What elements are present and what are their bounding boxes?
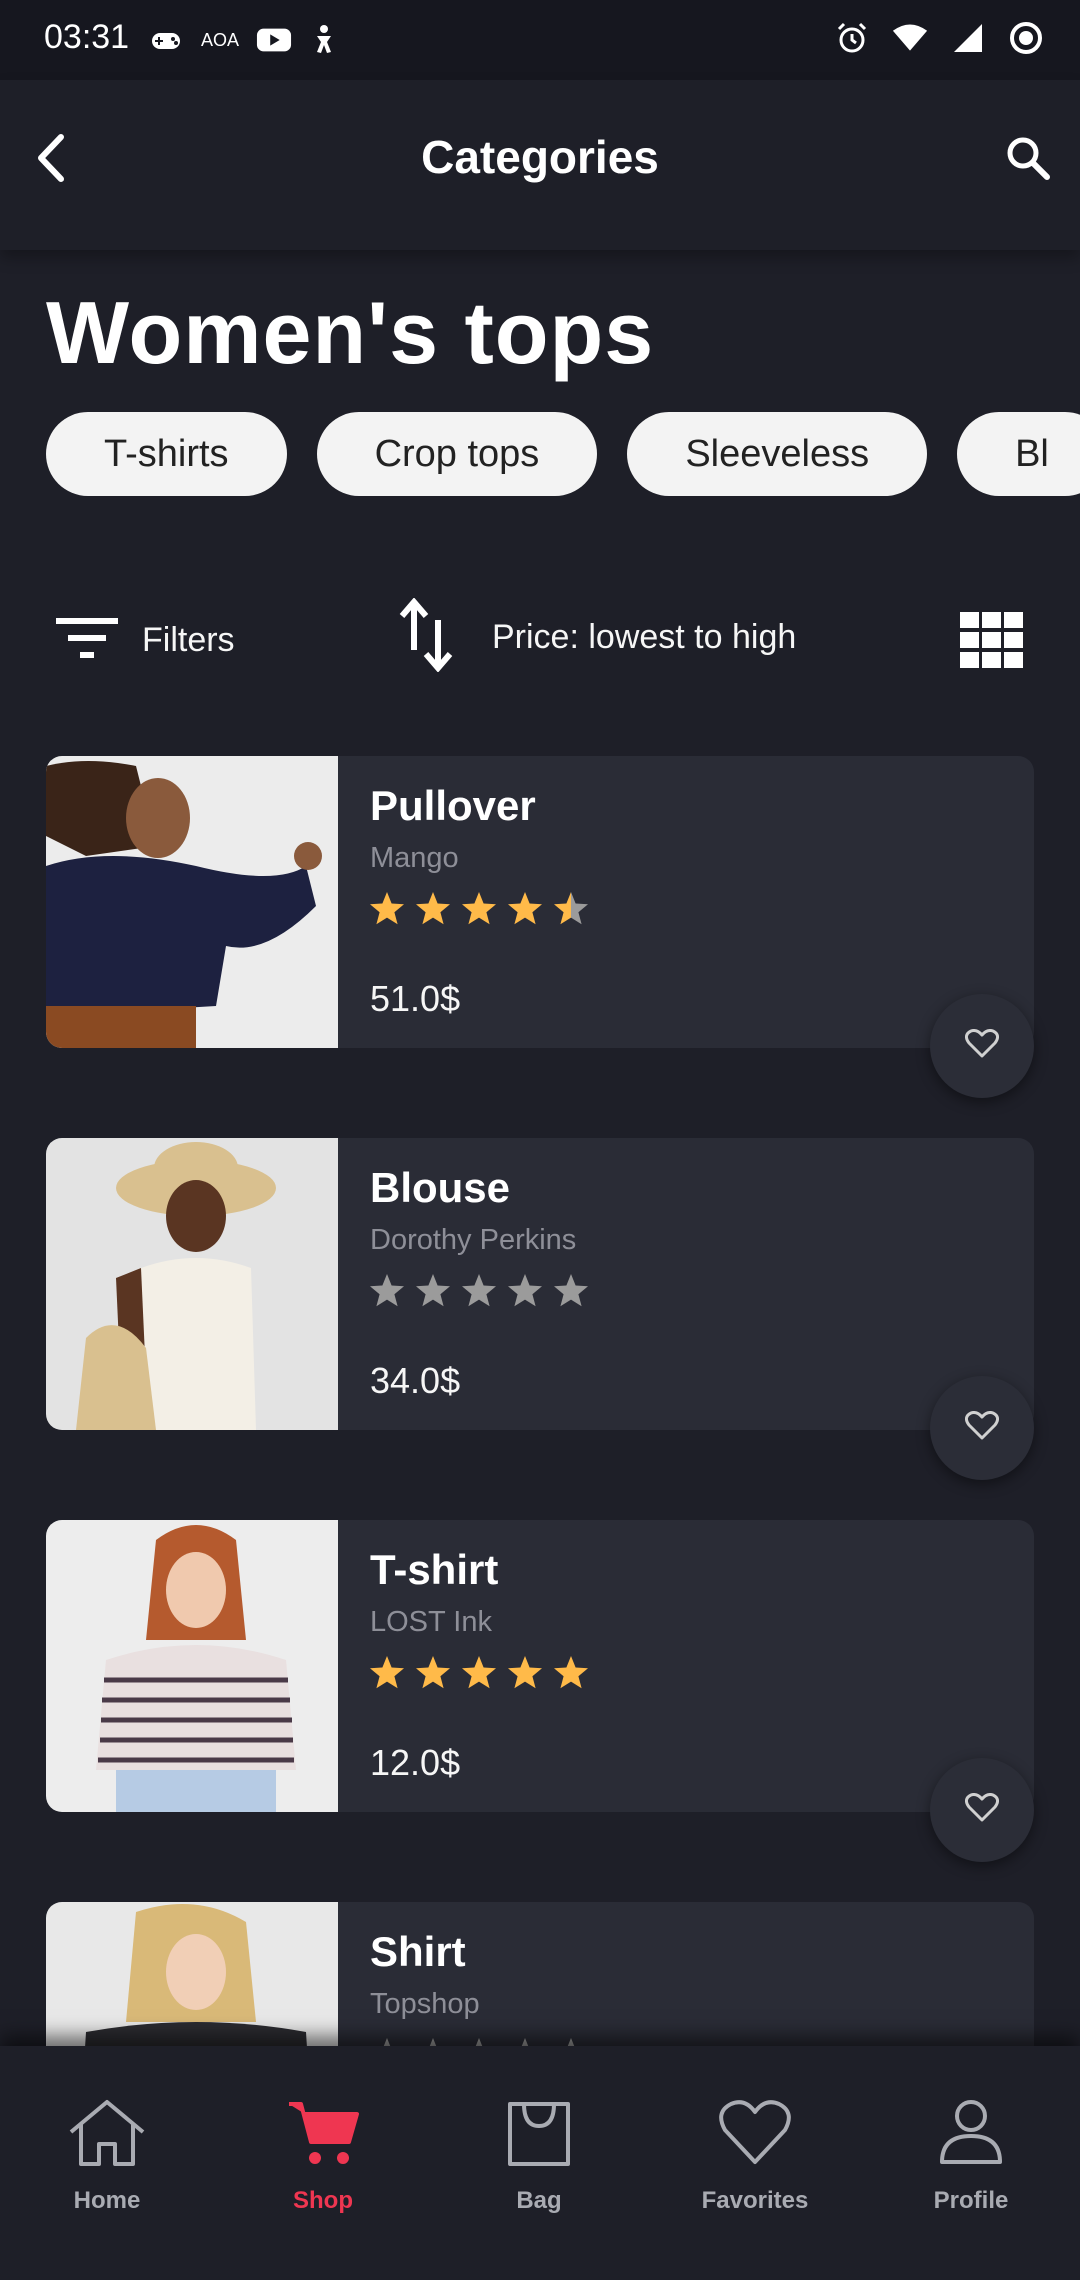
sort-button[interactable]: Price: lowest to high	[398, 597, 797, 677]
filter-icon	[52, 608, 120, 673]
wifi-icon	[892, 20, 928, 56]
product-price: 51.0$	[370, 978, 461, 1019]
favorite-button[interactable]	[930, 1376, 1034, 1480]
star-icon	[370, 892, 404, 925]
nav-bag[interactable]: Bag	[439, 2098, 639, 2215]
star-icon	[462, 1656, 496, 1689]
chip-t-shirts[interactable]: T-shirts	[46, 412, 287, 496]
nav-label: Bag	[516, 2187, 562, 2214]
accessibility-icon	[306, 22, 342, 58]
status-left-icons: AOA	[148, 22, 342, 58]
category-chips: T-shirts Crop tops Sleeveless Bl	[46, 412, 1080, 496]
product-card-t-shirt[interactable]: T-shirt LOST Ink 12.0$	[46, 1520, 1034, 1862]
star-icon	[554, 892, 588, 925]
sort-arrows-icon	[398, 597, 454, 677]
product-card-blouse[interactable]: Blouse Dorothy Perkins 34.0$	[46, 1138, 1034, 1480]
signal-icon	[950, 20, 986, 56]
heart-outline-icon	[964, 1792, 1000, 1828]
heart-icon	[717, 2098, 793, 2173]
nav-shop[interactable]: Shop	[223, 2098, 423, 2215]
product-price: 34.0$	[370, 1360, 461, 1401]
heart-outline-icon	[964, 1028, 1000, 1064]
youtube-icon	[256, 22, 292, 58]
product-card-pullover[interactable]: Pullover Mango 51.0$	[46, 756, 1034, 1098]
star-icon	[462, 892, 496, 925]
star-icon	[508, 1274, 542, 1307]
product-image-blouse	[46, 1138, 338, 1430]
status-bar: 03:31 AOA	[0, 0, 1080, 80]
favorite-button[interactable]	[930, 1758, 1034, 1862]
alarm-icon	[834, 20, 870, 56]
chip-sleeveless[interactable]: Sleeveless	[627, 412, 928, 496]
product-brand: Mango	[370, 842, 459, 874]
product-brand: Topshop	[370, 1988, 480, 2020]
grid-view-icon	[960, 612, 1024, 672]
star-icon	[462, 1274, 496, 1307]
star-icon	[370, 1274, 404, 1307]
sort-label: Price: lowest to high	[492, 618, 797, 656]
bag-icon	[502, 2098, 576, 2173]
product-name: T-shirt	[370, 1546, 499, 1593]
star-icon	[416, 892, 450, 925]
nav-favorites[interactable]: Favorites	[655, 2098, 855, 2215]
star-icon	[554, 1656, 588, 1689]
nav-label: Favorites	[701, 2187, 809, 2214]
filters-label: Filters	[142, 621, 235, 659]
nav-label: Home	[73, 2187, 141, 2214]
favorite-button[interactable]	[930, 994, 1034, 1098]
star-icon	[554, 1274, 588, 1307]
star-icon	[416, 1656, 450, 1689]
app-bar: Categories	[0, 80, 1080, 250]
star-icon	[508, 892, 542, 925]
nav-home[interactable]: Home	[7, 2098, 207, 2215]
heart-outline-icon	[964, 1410, 1000, 1446]
cart-icon	[285, 2098, 361, 2173]
status-time: 03:31	[44, 18, 130, 56]
page-title: Women's tops	[46, 283, 655, 382]
filters-button[interactable]: Filters	[52, 608, 235, 673]
nav-label: Profile	[933, 2187, 1009, 2214]
search-icon	[1005, 135, 1051, 186]
product-brand: LOST Ink	[370, 1606, 492, 1638]
product-image-t-shirt	[46, 1520, 338, 1812]
product-rating	[368, 890, 590, 928]
star-icon	[416, 1274, 450, 1307]
app-bar-title: Categories	[421, 131, 659, 183]
product-rating	[368, 1272, 590, 1310]
product-price: 12.0$	[370, 1742, 461, 1783]
profile-icon	[938, 2098, 1004, 2173]
chip-crop-tops[interactable]: Crop tops	[316, 412, 598, 496]
star-icon	[370, 1656, 404, 1689]
product-name: Pullover	[370, 782, 536, 829]
record-icon	[1008, 20, 1044, 56]
home-icon	[65, 2098, 149, 2173]
nav-label: Shop	[293, 2187, 353, 2214]
aoa-text-icon: AOA	[200, 29, 239, 50]
product-rating	[368, 1654, 590, 1692]
bottom-nav: Home Shop Bag Favorites Profile	[0, 2046, 1080, 2280]
product-name: Blouse	[370, 1164, 511, 1211]
chip-blouses[interactable]: Bl	[957, 412, 1080, 496]
nav-profile[interactable]: Profile	[871, 2098, 1071, 2215]
status-right-icons	[834, 20, 1044, 56]
product-brand: Dorothy Perkins	[370, 1224, 577, 1256]
filter-sort-toolbar: Filters Price: lowest to high	[0, 590, 1080, 690]
grid-view-toggle[interactable]	[960, 612, 1024, 668]
product-image-pullover	[46, 756, 338, 1048]
product-name: Shirt	[370, 1928, 466, 1975]
star-icon	[508, 1656, 542, 1689]
search-button[interactable]	[996, 128, 1060, 192]
game-controller-icon	[148, 22, 184, 58]
